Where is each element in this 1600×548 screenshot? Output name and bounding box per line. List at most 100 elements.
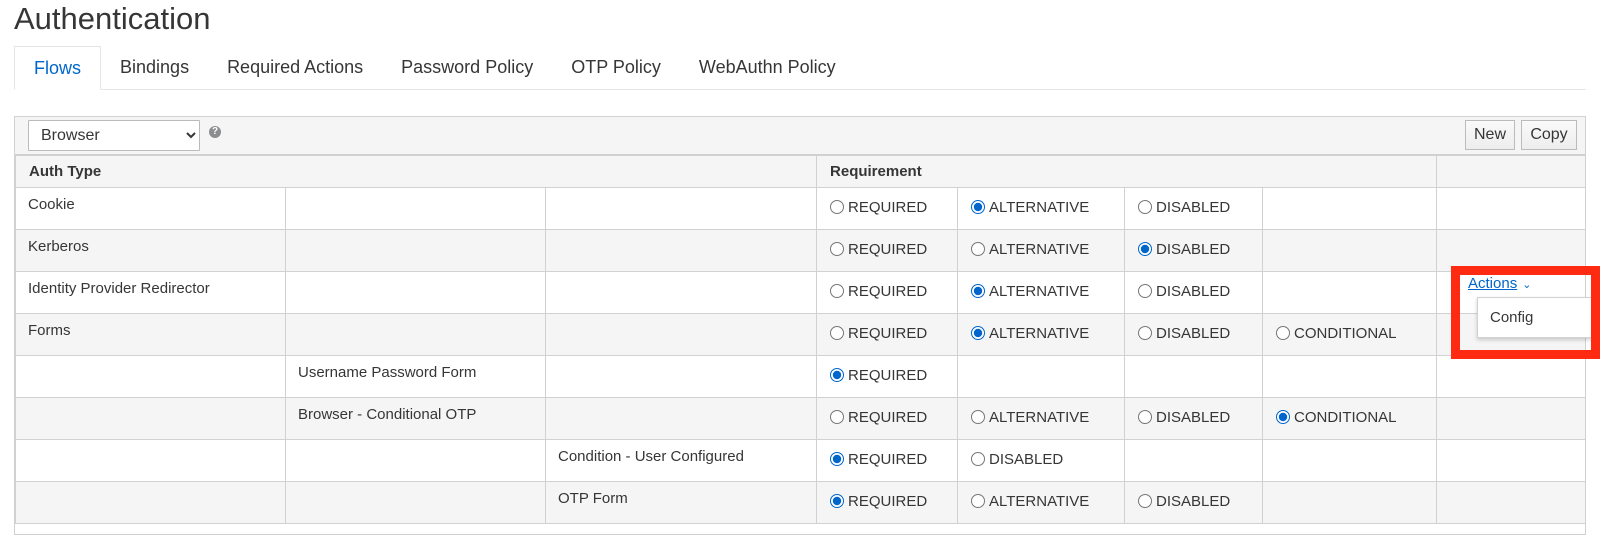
requirement-option-required[interactable]: REQUIRED: [830, 493, 927, 510]
auth-type-cell: [544, 229, 818, 272]
requirement-radio[interactable]: [1138, 284, 1153, 299]
requirement-radio[interactable]: [1138, 494, 1153, 509]
requirement-radio[interactable]: [830, 326, 845, 341]
auth-type-cell: [15, 481, 286, 524]
requirement-label: ALTERNATIVE: [989, 408, 1090, 426]
requirement-option-required[interactable]: REQUIRED: [830, 283, 927, 300]
requirement-radio[interactable]: [1276, 326, 1291, 341]
tab-password-policy[interactable]: Password Policy: [382, 46, 552, 89]
chevron-down-icon: ⌄: [1522, 279, 1532, 291]
table-row: Username Password Form REQUIRED: [15, 355, 1587, 398]
requirement-cell: [1262, 271, 1438, 314]
requirement-radio[interactable]: [830, 368, 845, 383]
requirement-radio[interactable]: [971, 200, 986, 215]
requirement-radio[interactable]: [971, 410, 986, 425]
flow-select[interactable]: Browser: [28, 120, 200, 151]
copy-button[interactable]: Copy: [1521, 120, 1577, 150]
actions-dropdown-toggle[interactable]: Actions ⌄: [1468, 275, 1531, 292]
requirement-option-disabled[interactable]: DISABLED: [1138, 493, 1230, 510]
requirement-option-required[interactable]: REQUIRED: [830, 367, 927, 384]
requirement-radio[interactable]: [1138, 200, 1153, 215]
requirement-label: DISABLED: [1156, 492, 1231, 510]
requirement-cell: [1262, 187, 1438, 230]
requirement-option-disabled[interactable]: DISABLED: [1138, 409, 1230, 426]
requirement-radio[interactable]: [830, 410, 845, 425]
requirement-radio[interactable]: [971, 284, 986, 299]
requirement-cell: REQUIRED: [816, 481, 959, 524]
requirement-label: DISABLED: [989, 450, 1064, 468]
requirement-label: REQUIRED: [848, 324, 928, 342]
requirement-radio[interactable]: [830, 452, 845, 467]
requirement-option-required[interactable]: REQUIRED: [830, 241, 927, 258]
requirement-radio[interactable]: [830, 242, 845, 257]
requirement-cell: CONDITIONAL: [1262, 313, 1438, 356]
question-circle-icon[interactable]: ?: [209, 126, 221, 138]
requirement-option-alternative[interactable]: ALTERNATIVE: [971, 283, 1089, 300]
auth-type-cell: Browser - Conditional OTP: [285, 397, 546, 440]
new-button[interactable]: New: [1465, 120, 1515, 150]
requirement-option-required[interactable]: REQUIRED: [830, 409, 927, 426]
execution-name: OTP Form: [558, 490, 628, 507]
auth-type-cell: [285, 187, 546, 230]
requirement-option-conditional[interactable]: CONDITIONAL: [1276, 325, 1397, 342]
requirement-option-required[interactable]: REQUIRED: [830, 325, 927, 342]
auth-type-cell: [285, 271, 546, 314]
tab-bindings[interactable]: Bindings: [101, 46, 208, 89]
table-row: Cookie REQUIRED ALTERNATIVE DISABLED: [15, 187, 1587, 230]
execution-name: Kerberos: [28, 238, 89, 255]
requirement-cell: [1124, 439, 1264, 482]
requirement-option-alternative[interactable]: ALTERNATIVE: [971, 199, 1089, 216]
requirement-label: DISABLED: [1156, 198, 1231, 216]
requirement-radio[interactable]: [1138, 326, 1153, 341]
actions-cell: [1436, 355, 1587, 398]
requirement-option-alternative[interactable]: ALTERNATIVE: [971, 409, 1089, 426]
requirement-label: ALTERNATIVE: [989, 282, 1090, 300]
execution-name: Username Password Form: [298, 364, 477, 381]
tab-otp-policy[interactable]: OTP Policy: [552, 46, 680, 89]
menu-item-config[interactable]: Config: [1490, 309, 1533, 326]
tab-webauthn-policy[interactable]: WebAuthn Policy: [680, 46, 855, 89]
requirement-option-disabled[interactable]: DISABLED: [1138, 283, 1230, 300]
requirement-radio[interactable]: [971, 242, 986, 257]
requirement-cell: ALTERNATIVE: [957, 187, 1126, 230]
requirement-option-disabled[interactable]: DISABLED: [971, 451, 1063, 468]
requirement-cell: REQUIRED: [816, 187, 959, 230]
requirement-label: ALTERNATIVE: [989, 492, 1090, 510]
table-row: Kerberos REQUIRED ALTERNATIVE DISABLED: [15, 229, 1587, 272]
requirement-radio[interactable]: [830, 200, 845, 215]
requirement-option-alternative[interactable]: ALTERNATIVE: [971, 241, 1089, 258]
requirement-cell: REQUIRED: [816, 229, 959, 272]
table-row: Browser - Conditional OTP REQUIRED ALTERNA…: [15, 397, 1587, 440]
table-row: Condition - User Configured REQUIRED DISAB…: [15, 439, 1587, 482]
requirement-option-conditional[interactable]: CONDITIONAL: [1276, 409, 1397, 426]
tab-flows[interactable]: Flows: [14, 46, 102, 90]
requirement-cell: DISABLED: [1124, 313, 1264, 356]
actions-cell: [1436, 397, 1587, 440]
requirement-cell: DISABLED: [957, 439, 1126, 482]
requirement-option-required[interactable]: REQUIRED: [830, 199, 927, 216]
requirement-radio[interactable]: [1138, 410, 1153, 425]
requirement-label: DISABLED: [1156, 324, 1231, 342]
requirement-radio[interactable]: [830, 494, 845, 509]
requirement-cell: [1262, 481, 1438, 524]
requirement-option-required[interactable]: REQUIRED: [830, 451, 927, 468]
requirement-option-disabled[interactable]: DISABLED: [1138, 199, 1230, 216]
requirement-radio[interactable]: [971, 452, 986, 467]
table-row: Identity Provider Redirector REQUIRED ALTE…: [15, 271, 1587, 314]
requirement-radio[interactable]: [1138, 242, 1153, 257]
requirement-option-alternative[interactable]: ALTERNATIVE: [971, 493, 1089, 510]
requirement-option-disabled[interactable]: DISABLED: [1138, 241, 1230, 258]
requirement-option-alternative[interactable]: ALTERNATIVE: [971, 325, 1089, 342]
requirement-label: ALTERNATIVE: [989, 240, 1090, 258]
requirement-label: DISABLED: [1156, 408, 1231, 426]
auth-type-cell: [544, 313, 818, 356]
tab-required-actions[interactable]: Required Actions: [208, 46, 382, 89]
requirement-radio[interactable]: [1276, 410, 1291, 425]
requirement-radio[interactable]: [830, 284, 845, 299]
requirement-cell: ALTERNATIVE: [957, 397, 1126, 440]
requirement-radio[interactable]: [971, 326, 986, 341]
requirement-cell: [1124, 355, 1264, 398]
requirement-option-disabled[interactable]: DISABLED: [1138, 325, 1230, 342]
requirement-radio[interactable]: [971, 494, 986, 509]
auth-type-cell: [285, 313, 546, 356]
